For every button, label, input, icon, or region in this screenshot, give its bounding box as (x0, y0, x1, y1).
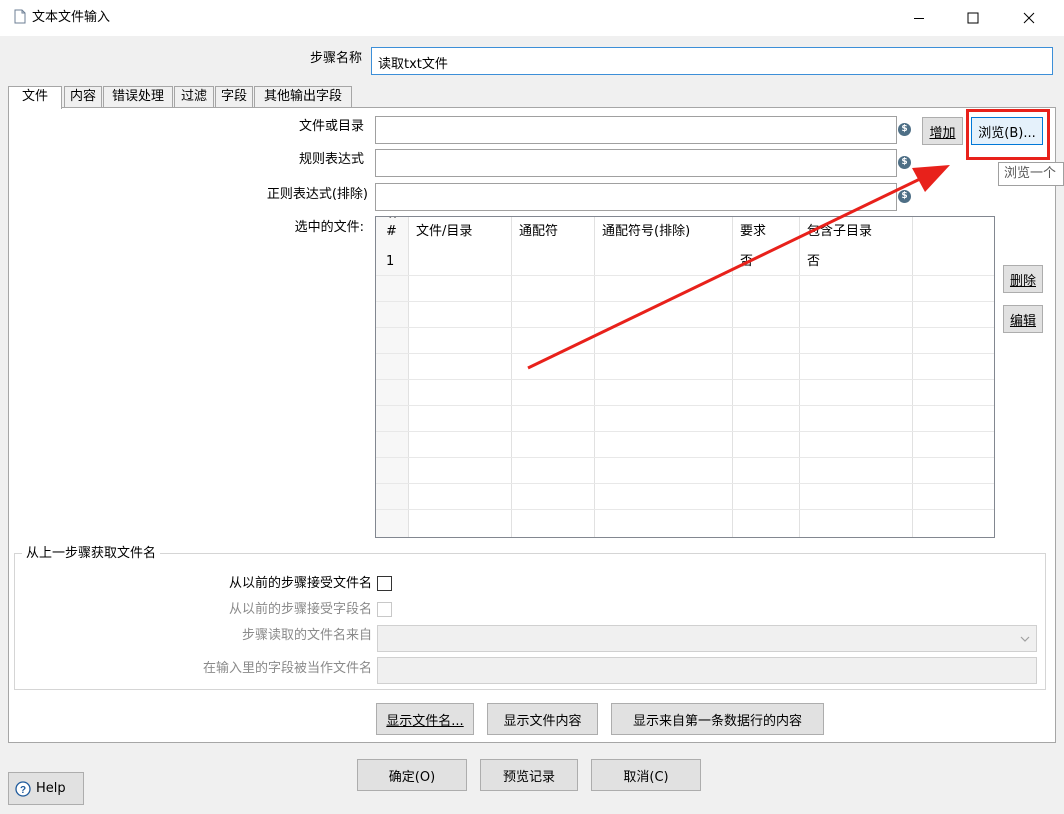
window-title: 文本文件输入 (32, 10, 111, 25)
column-header[interactable]: 通配符号(排除) (594, 217, 732, 247)
variable-icon[interactable]: $ (898, 190, 911, 203)
tab-fields[interactable]: 字段 (215, 86, 253, 108)
help-icon: ? (15, 780, 31, 797)
tab-content[interactable]: 内容 (64, 86, 102, 108)
delete-button[interactable]: 删除 (1003, 265, 1043, 293)
title-bar: 文本文件输入 (0, 0, 1064, 36)
column-header[interactable]: 通配符 (511, 217, 594, 247)
field-as-filename-label: 在输入里的字段被当作文件名 (202, 661, 372, 676)
source-step-select[interactable] (377, 625, 1037, 652)
cell-wildcard[interactable] (511, 249, 594, 275)
accept-fields-checkbox[interactable] (377, 602, 392, 617)
variable-icon[interactable]: $ (898, 156, 911, 169)
regex-input[interactable] (375, 149, 897, 177)
svg-text:?: ? (20, 785, 26, 796)
chevron-down-icon (1020, 636, 1030, 642)
source-step-label: 步骤读取的文件名来自 (241, 628, 372, 643)
show-first-row-content-button[interactable]: 显示来自第一条数据行的内容 (611, 703, 824, 735)
column-header[interactable]: # (380, 217, 408, 247)
edit-button[interactable]: 编辑 (1003, 305, 1043, 333)
add-button[interactable]: 增加 (922, 117, 963, 145)
minimize-button[interactable] (896, 0, 942, 36)
cell-wildcard-exclude[interactable] (594, 249, 732, 275)
accept-filenames-label: 从以前的步骤接受文件名 (228, 576, 372, 591)
tab-filter[interactable]: 过滤 (174, 86, 214, 108)
step-name-input[interactable]: 读取txt文件 (371, 47, 1053, 75)
tab-error-handling[interactable]: 错误处理 (103, 86, 173, 108)
show-filenames-button[interactable]: 显示文件名... (376, 703, 474, 735)
cell-file[interactable] (408, 249, 511, 275)
column-header[interactable]: 要求 (732, 217, 799, 247)
column-header[interactable]: 包含子目录 (799, 217, 912, 247)
column-header[interactable]: 文件/目录 (408, 217, 511, 247)
selected-files-label: 选中的文件: (294, 220, 364, 235)
variable-icon[interactable]: $ (898, 123, 911, 136)
field-as-filename-input[interactable] (377, 657, 1037, 684)
tab-file[interactable]: 文件 (8, 86, 62, 109)
group-title: 从上一步骤获取文件名 (22, 545, 161, 563)
ok-button[interactable]: 确定(O) (357, 759, 467, 791)
show-file-content-button[interactable]: 显示文件内容 (487, 703, 598, 735)
close-button[interactable] (1006, 0, 1052, 36)
selected-files-table[interactable]: ^ # 文件/目录 通配符 通配符号(排除) 要求 包含子目录 1 否 否 (375, 216, 995, 538)
help-button[interactable]: ? Help (8, 772, 84, 805)
maximize-button[interactable] (950, 0, 996, 36)
preview-button[interactable]: 预览记录 (480, 759, 578, 791)
regex-label: 规则表达式 (298, 152, 364, 167)
document-icon (14, 9, 26, 24)
step-name-label: 步骤名称 (309, 51, 362, 66)
highlight-box (966, 109, 1050, 160)
regex-exclude-input[interactable] (375, 183, 897, 211)
browse-tooltip: 浏览一个 (998, 162, 1064, 186)
minimize-icon (914, 18, 924, 19)
regex-exclude-label: 正则表达式(排除) (266, 187, 368, 202)
file-or-dir-label: 文件或目录 (298, 119, 364, 134)
cell-subdirs[interactable]: 否 (799, 249, 912, 275)
cancel-button[interactable]: 取消(C) (591, 759, 701, 791)
row-number: 1 (386, 254, 395, 269)
tab-other-output-fields[interactable]: 其他输出字段 (254, 86, 352, 108)
file-or-dir-input[interactable] (375, 116, 897, 144)
close-icon (1023, 12, 1035, 24)
maximize-icon (967, 12, 979, 24)
accept-fields-label: 从以前的步骤接受字段名 (228, 602, 372, 617)
accept-filenames-checkbox[interactable] (377, 576, 392, 591)
cell-required[interactable]: 否 (732, 249, 799, 275)
